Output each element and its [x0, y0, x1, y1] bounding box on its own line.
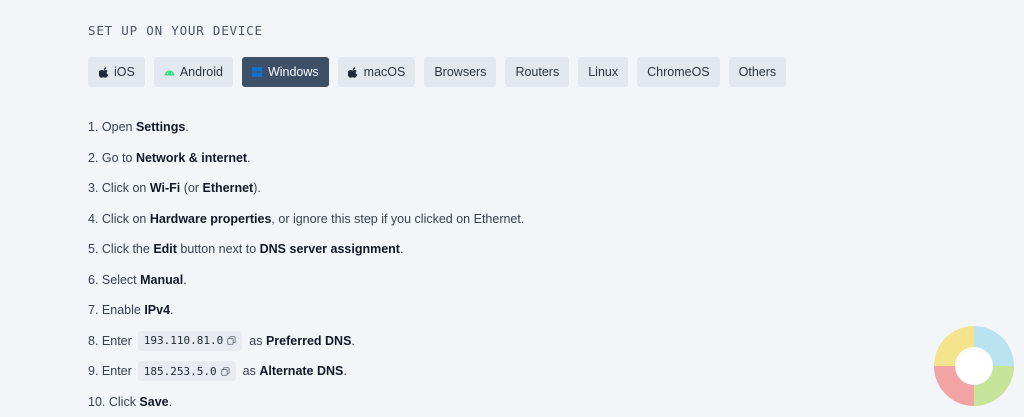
step-2: 2. Go to Network & internet.: [88, 143, 524, 174]
tab-label: ChromeOS: [647, 65, 710, 79]
preferred-dns-code[interactable]: 193.110.81.0: [138, 331, 242, 351]
step-1: 1. Open Settings.: [88, 112, 524, 143]
step-6: 6. Select Manual.: [88, 265, 524, 296]
tab-linux[interactable]: Linux: [578, 57, 628, 87]
tab-label: Android: [180, 65, 223, 79]
tab-ios[interactable]: iOS: [88, 57, 145, 87]
tab-label: Others: [739, 65, 777, 79]
tab-label: Windows: [268, 65, 319, 79]
tab-others[interactable]: Others: [729, 57, 787, 87]
step-4: 4. Click on Hardware properties, or igno…: [88, 204, 524, 235]
copy-icon: [227, 336, 236, 345]
tab-routers[interactable]: Routers: [505, 57, 569, 87]
alternate-dns-code[interactable]: 185.253.5.0: [138, 361, 236, 381]
tab-label: iOS: [114, 65, 135, 79]
step-3: 3. Click on Wi-Fi (or Ethernet).: [88, 173, 524, 204]
copy-icon: [221, 367, 230, 376]
apple-icon: [348, 67, 359, 78]
tab-label: Browsers: [434, 65, 486, 79]
step-10: 10. Click Save.: [88, 387, 524, 417]
tab-browsers[interactable]: Browsers: [424, 57, 496, 87]
windows-icon: [252, 67, 263, 78]
tab-windows[interactable]: Windows: [242, 57, 329, 87]
step-9: 9. Enter 185.253.5.0 as Alternate DNS.: [88, 356, 524, 387]
tab-android[interactable]: Android: [154, 57, 233, 87]
tab-label: Routers: [515, 65, 559, 79]
setup-steps: 1. Open Settings. 2. Go to Network & int…: [88, 112, 524, 417]
tab-chromeos[interactable]: ChromeOS: [637, 57, 720, 87]
colorful-ring-logo: [930, 322, 1018, 410]
apple-icon: [98, 67, 109, 78]
tab-label: Linux: [588, 65, 618, 79]
step-7: 7. Enable IPv4.: [88, 295, 524, 326]
step-5: 5. Click the Edit button next to DNS ser…: [88, 234, 524, 265]
android-icon: [164, 67, 175, 78]
platform-tabs: iOS Android Windows macOS Browsers Route…: [88, 57, 786, 87]
section-title: SET UP ON YOUR DEVICE: [88, 23, 263, 38]
step-8: 8. Enter 193.110.81.0 as Preferred DNS.: [88, 326, 524, 357]
tab-label: macOS: [364, 65, 406, 79]
tab-macos[interactable]: macOS: [338, 57, 416, 87]
